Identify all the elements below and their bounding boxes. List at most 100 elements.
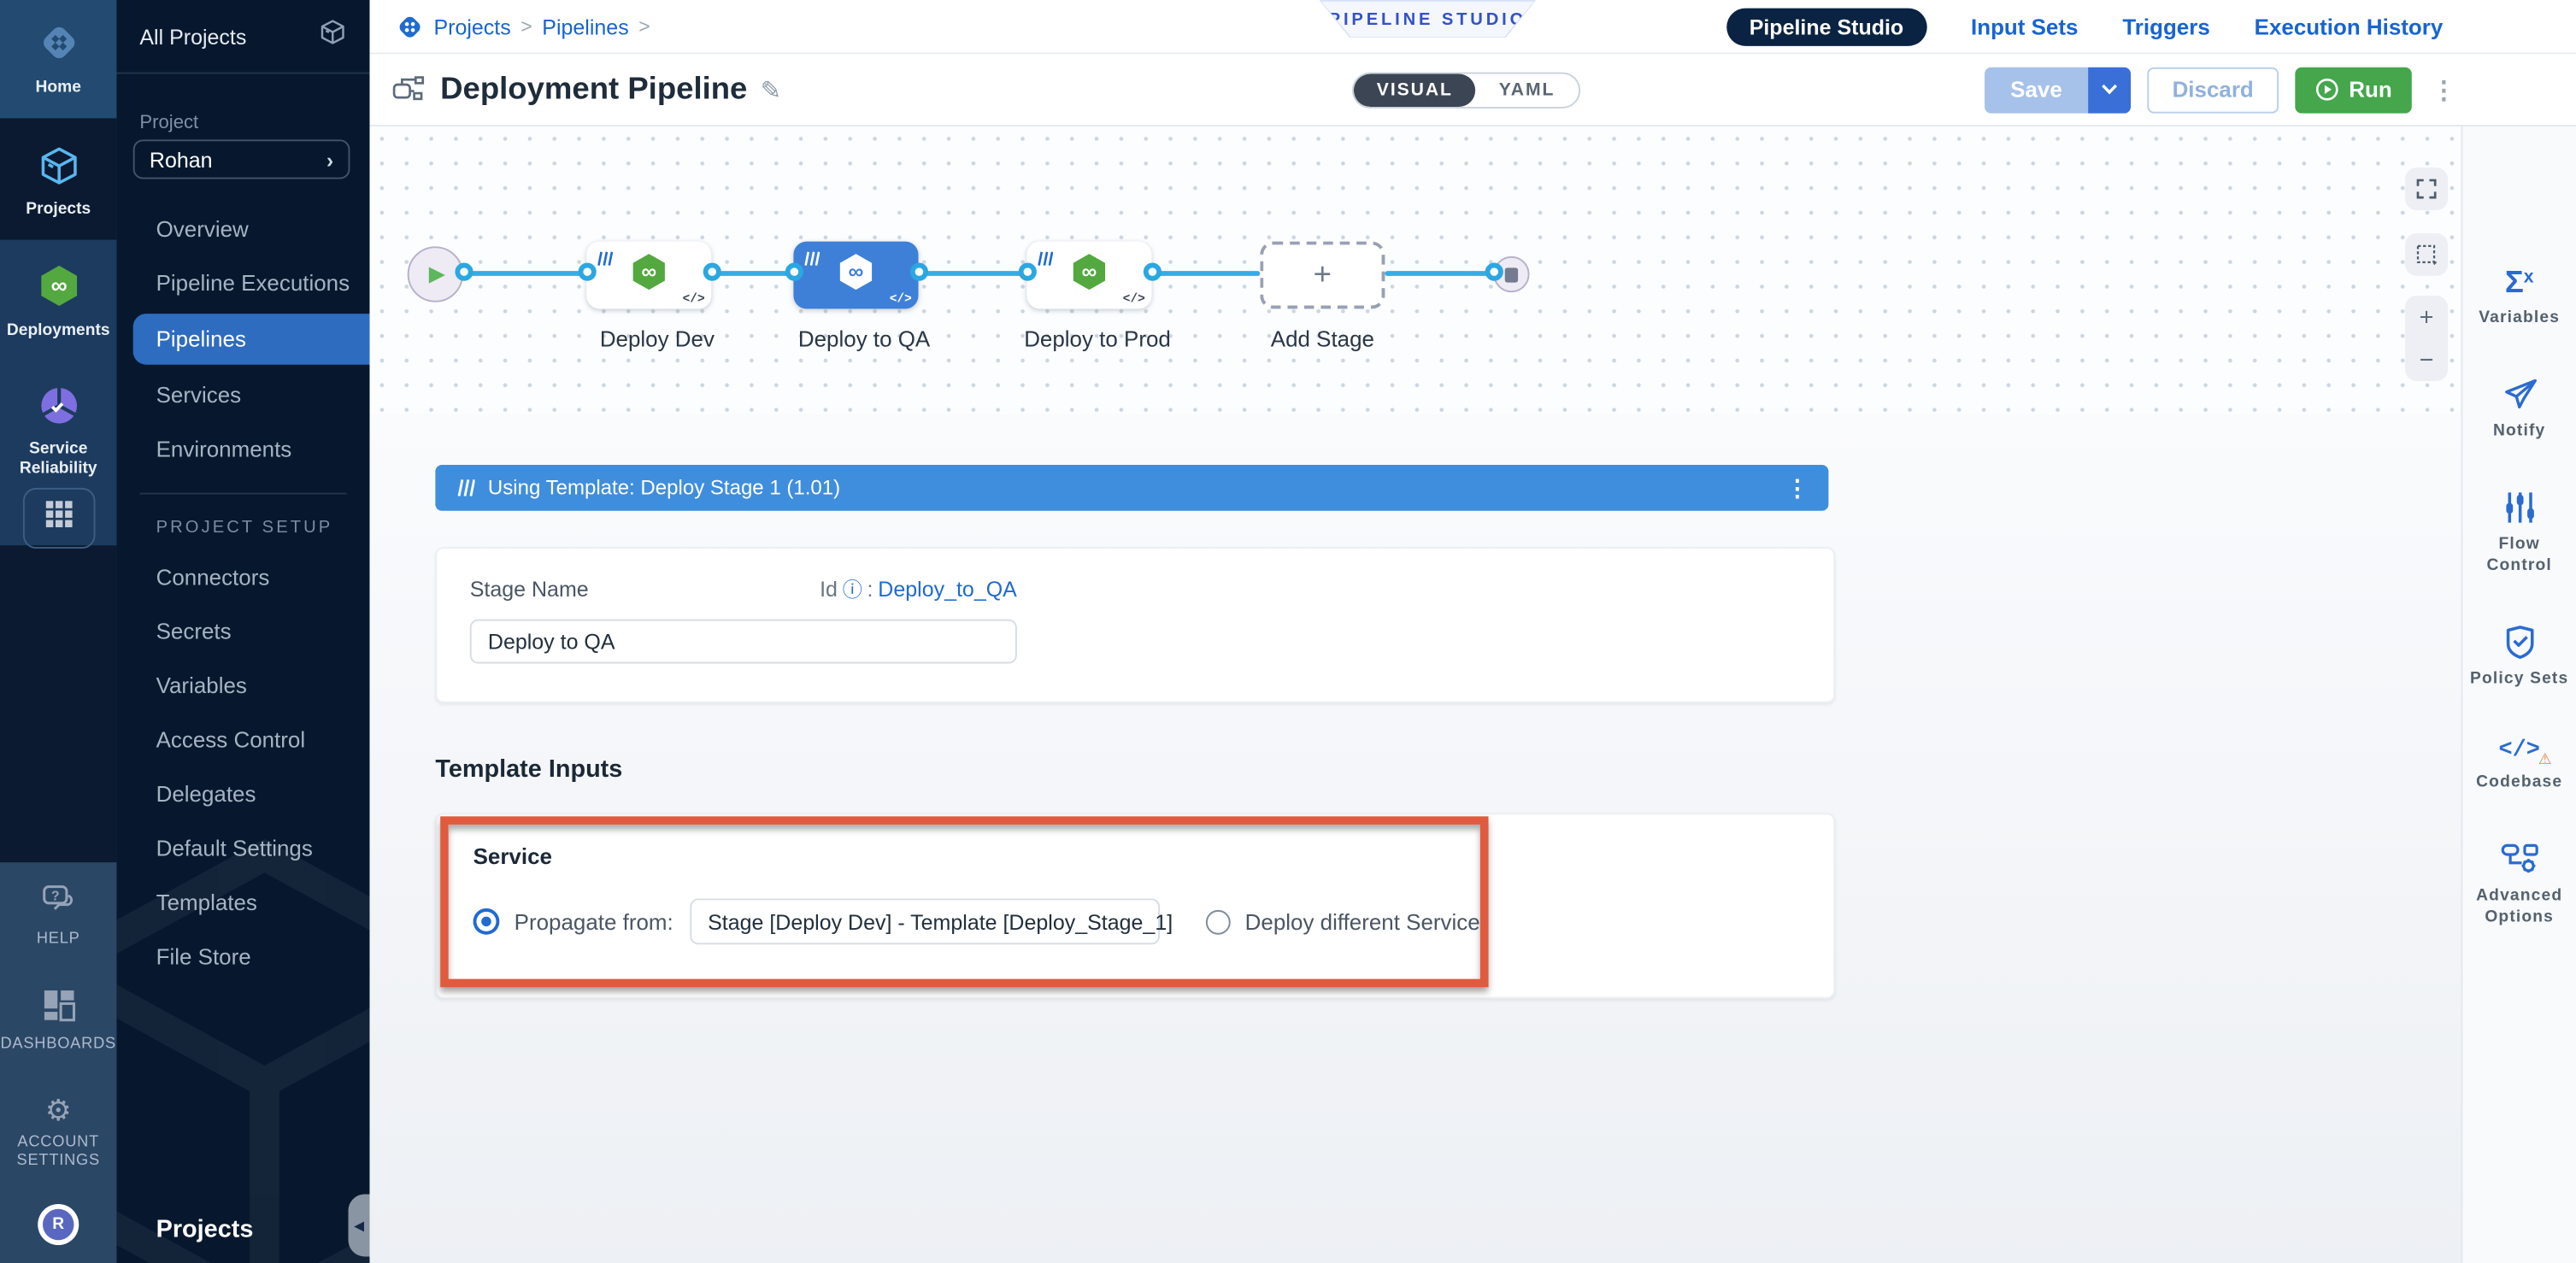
rail-deployments-label: Deployments xyxy=(0,322,116,342)
avatar-initial: R xyxy=(43,1209,74,1241)
tab-input-sets[interactable]: Input Sets xyxy=(1971,15,2078,39)
rail-item-dashboards[interactable]: DASHBOARDS xyxy=(0,989,116,1054)
stage-name-input[interactable] xyxy=(470,620,1017,664)
sidebar-item-pipelines[interactable]: Pipelines xyxy=(133,314,370,365)
rail-item-projects[interactable]: Projects xyxy=(0,144,116,220)
project-sidebar: All Projects Project Rohan › Overview Pi… xyxy=(116,0,369,1263)
all-projects-label[interactable]: All Projects xyxy=(139,24,246,49)
add-stage-label[interactable]: Add Stage xyxy=(1199,327,1445,352)
canvas-fullscreen-button[interactable] xyxy=(2405,167,2448,210)
rail-item-variables[interactable]: Σx Variables xyxy=(2467,267,2572,328)
code-icon: </> xyxy=(1123,294,1145,307)
stage-id-value[interactable]: Deploy_to_QA xyxy=(878,577,1017,602)
discard-button[interactable]: Discard xyxy=(2148,67,2279,113)
deploy-different-service-radio[interactable] xyxy=(1206,909,1231,934)
rail-item-all-modules[interactable] xyxy=(0,488,116,549)
sidebar-item-access-control[interactable]: Access Control xyxy=(116,713,369,767)
rail-item-notify[interactable]: Notify xyxy=(2467,376,2572,442)
sidebar-footer-title: Projects xyxy=(156,1215,254,1243)
plus-icon: + xyxy=(1314,257,1332,293)
tab-triggers[interactable]: Triggers xyxy=(2122,15,2209,39)
canvas-select-button[interactable] xyxy=(2405,233,2448,276)
zoom-in-button[interactable]: + xyxy=(2420,305,2434,330)
visual-yaml-toggle[interactable]: VISUAL YAML xyxy=(1352,73,1579,109)
more-options-icon[interactable]: ⋮ xyxy=(2432,74,2456,104)
propagate-from-radio[interactable] xyxy=(473,908,500,935)
breadcrumb-projects[interactable]: Projects xyxy=(433,14,510,38)
template-badge-icon xyxy=(1035,246,1053,276)
marquee-select-icon xyxy=(2415,243,2438,266)
notify-icon xyxy=(2500,376,2539,412)
all-projects-cube-icon[interactable] xyxy=(319,18,347,54)
rail-item-advanced-options[interactable]: Advanced Options xyxy=(2467,841,2572,928)
rail-help-label: HELP xyxy=(0,930,116,949)
breadcrumb-pipelines[interactable]: Pipelines xyxy=(542,14,628,38)
edge-add-end xyxy=(1385,271,1493,276)
add-stage-button[interactable]: + xyxy=(1260,242,1385,309)
edge-port xyxy=(1144,263,1162,281)
sidebar-divider xyxy=(116,73,369,74)
cd-stage-icon: ∞ xyxy=(835,250,876,300)
save-button[interactable]: Save xyxy=(1984,67,2088,113)
template-icon xyxy=(455,478,474,497)
edge-port xyxy=(703,263,721,281)
sidebar-item-file-store[interactable]: File Store xyxy=(116,930,369,984)
stage-node-deploy-to-prod[interactable]: ∞ </> xyxy=(1026,242,1151,309)
rail-item-codebase[interactable]: </> ⚠ Codebase xyxy=(2467,737,2572,793)
edge-port xyxy=(579,263,597,281)
rail-item-help[interactable]: ? HELP xyxy=(0,884,116,949)
code-icon: </> xyxy=(890,294,912,307)
sidebar-item-pipeline-executions[interactable]: Pipeline Executions xyxy=(116,256,369,310)
svg-text:∞: ∞ xyxy=(849,259,864,283)
pipeline-studio-badge: PIPELINE STUDIO xyxy=(1320,0,1537,38)
template-inputs-heading: Template Inputs xyxy=(435,755,622,784)
advanced-options-icon xyxy=(2500,841,2539,877)
sidebar-item-variables[interactable]: Variables xyxy=(116,659,369,713)
service-card: Service Propagate from: Stage [Deploy De… xyxy=(435,813,1835,998)
pipeline-canvas[interactable]: ▶ ∞ </> Deploy Dev xyxy=(369,126,2461,414)
stage-label-deploy-to-prod[interactable]: Deploy to Prod xyxy=(974,327,1220,352)
sidebar-item-environments[interactable]: Environments xyxy=(116,422,369,476)
propagate-stage-select[interactable]: Stage [Deploy Dev] - Template [Deploy_St… xyxy=(690,898,1160,944)
rail-item-home[interactable]: Home xyxy=(0,20,116,98)
run-button[interactable]: Run xyxy=(2295,67,2412,113)
user-avatar[interactable]: R xyxy=(0,1204,116,1245)
run-play-icon xyxy=(2314,77,2339,102)
rail-item-flow-control[interactable]: Flow Control xyxy=(2467,490,2572,577)
edit-pencil-icon[interactable]: ✎ xyxy=(761,74,781,104)
svg-text:?: ? xyxy=(50,889,59,903)
sidebar-collapse-button[interactable]: ◀ xyxy=(349,1194,370,1256)
toggle-visual[interactable]: VISUAL xyxy=(1354,73,1476,106)
modules-grid-icon xyxy=(22,488,95,549)
tab-execution-history[interactable]: Execution History xyxy=(2255,15,2444,39)
sidebar-item-connectors[interactable]: Connectors xyxy=(116,550,369,604)
rail-item-service-reliability[interactable]: Service Reliability xyxy=(0,385,116,479)
tab-pipeline-studio[interactable]: Pipeline Studio xyxy=(1726,9,1926,46)
template-options-icon[interactable]: ⋮ xyxy=(1785,474,1808,502)
project-selector[interactable]: Rohan › xyxy=(133,139,350,179)
sidebar-item-overview[interactable]: Overview xyxy=(116,202,369,256)
rail-item-account-settings[interactable]: ⚙ ACCOUNT SETTINGS xyxy=(0,1094,116,1171)
module-rail: Home Projects ∞ Deployments Service Reli… xyxy=(0,0,116,1263)
rail-item-deployments[interactable]: ∞ Deployments xyxy=(0,263,116,342)
stage-node-deploy-to-qa[interactable]: ∞ </> xyxy=(793,242,918,309)
rail-item-policy-sets[interactable]: Policy Sets xyxy=(2467,624,2572,690)
breadcrumb-bar: Projects > Pipelines > PIPELINE STUDIO P… xyxy=(369,0,2576,54)
edge-dev-qa xyxy=(711,271,793,276)
sidebar-item-default-settings[interactable]: Default Settings xyxy=(116,821,369,875)
stage-node-deploy-dev[interactable]: ∞ </> xyxy=(586,242,711,309)
stage-label-deploy-to-qa[interactable]: Deploy to QA xyxy=(741,327,987,352)
info-icon[interactable]: ⓘ xyxy=(843,575,862,603)
codebase-label: Codebase xyxy=(2476,772,2562,793)
sidebar-item-templates[interactable]: Templates xyxy=(116,876,369,930)
home-icon xyxy=(35,44,81,73)
save-dropdown-button[interactable] xyxy=(2089,67,2132,113)
using-template-bar[interactable]: Using Template: Deploy Stage 1 (1.01) ⋮ xyxy=(435,465,1828,511)
sidebar-item-delegates[interactable]: Delegates xyxy=(116,767,369,821)
sidebar-item-services[interactable]: Services xyxy=(116,368,369,422)
toggle-yaml[interactable]: YAML xyxy=(1476,73,1578,106)
sidebar-item-secrets[interactable]: Secrets xyxy=(116,604,369,658)
flow-control-label: Flow Control xyxy=(2467,534,2572,577)
zoom-out-button[interactable]: − xyxy=(2420,348,2434,373)
play-icon: ▶ xyxy=(429,261,445,288)
